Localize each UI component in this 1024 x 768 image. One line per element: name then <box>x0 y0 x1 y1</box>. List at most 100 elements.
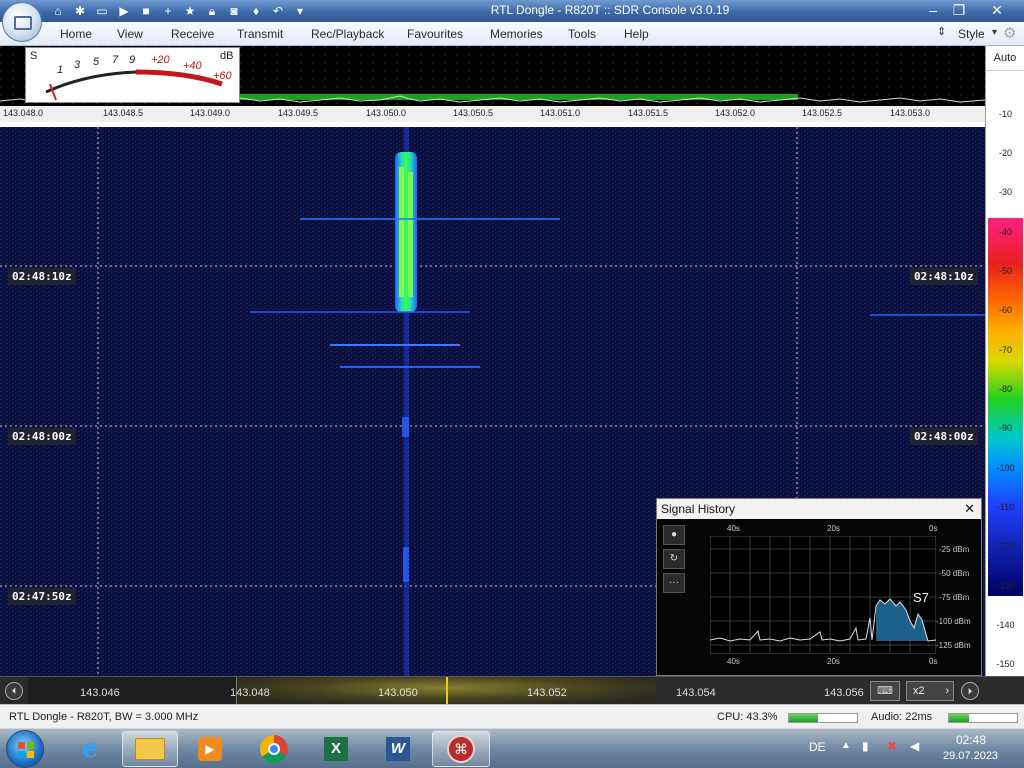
style-menu[interactable]: Style <box>958 27 985 41</box>
excel-icon[interactable]: X <box>308 731 364 767</box>
close-button[interactable]: ✕ <box>982 0 1012 20</box>
zoom-button[interactable]: x2 › <box>906 681 954 701</box>
tuning-bar[interactable]: ⏴ 143.046 143.048 143.050 143.052 143.05… <box>0 676 1024 704</box>
signal-history-header[interactable]: Signal History ✕ <box>657 499 981 519</box>
dbm-label: -100 dBm <box>936 617 971 626</box>
status-bar: RTL Dongle - R820T, BW = 3.000 MHz CPU: … <box>0 704 1024 728</box>
quick-access-toolbar: ⌂ ✱ ▭ ▶ ■ + ★ 🔒︎ ◙ ♦ ↶ ▾ <box>50 3 308 19</box>
s-meter: S dB 1 3 5 7 9 +20 +40 +60 <box>25 47 240 103</box>
language-indicator[interactable]: DE <box>809 740 826 754</box>
s-reading: S7 <box>913 590 929 605</box>
auto-scale-button[interactable]: Auto <box>988 52 1022 64</box>
db-tick: -10 <box>998 109 1012 119</box>
lock-icon[interactable]: 🔒︎ <box>204 3 220 19</box>
freq-tick: 143.050.0 <box>366 108 407 118</box>
tuning-freq: 143.046 <box>80 687 120 699</box>
title-bar: ⌂ ✱ ▭ ▶ ■ + ★ 🔒︎ ◙ ♦ ↶ ▾ RTL Dongle - R8… <box>0 0 1024 22</box>
media-player-icon[interactable]: ▶ <box>182 731 238 767</box>
clock-date[interactable]: 29.07.2023 <box>943 750 998 762</box>
chrome-icon[interactable] <box>246 731 302 767</box>
network-tray-icon[interactable]: ✖ <box>887 739 897 753</box>
scroll-left-button[interactable]: ⏴ <box>5 682 23 700</box>
db-tick: -120 <box>996 541 1015 551</box>
time-label: 0s <box>929 524 938 533</box>
freq-tick: 143.052.5 <box>802 108 843 118</box>
gear-icon[interactable]: ⚙ <box>1003 24 1016 42</box>
divider <box>986 70 1024 71</box>
folder-icon[interactable]: ▭ <box>94 3 110 19</box>
start-button[interactable] <box>6 730 44 768</box>
menu-help[interactable]: Help <box>624 27 649 41</box>
db-tick: -140 <box>996 620 1015 630</box>
tuning-marker[interactable] <box>446 677 448 704</box>
settings-icon[interactable]: ✱ <box>72 3 88 19</box>
drop-icon[interactable]: ♦ <box>248 3 264 19</box>
db-scale[interactable]: Auto -10 -20 -30 -40 -50 -60 -70 -80 -90… <box>985 46 1024 676</box>
internet-explorer-icon[interactable]: e <box>62 731 118 767</box>
style-chevron-down-icon[interactable]: ▾ <box>992 27 997 38</box>
app-menu-button[interactable] <box>2 2 42 42</box>
signal-history-title: Signal History <box>661 502 736 516</box>
db-tick: -90 <box>998 423 1012 433</box>
maximize-button[interactable]: ❐ <box>944 0 974 20</box>
dbm-label: -50 dBm <box>939 569 970 578</box>
freq-tick: 143.049.0 <box>190 108 231 118</box>
dropdown-icon[interactable]: ▾ <box>292 3 308 19</box>
scroll-right-button[interactable]: ⏵ <box>961 682 979 700</box>
timestamp-label: 02:48:10z <box>8 268 76 285</box>
frequency-scale[interactable]: 143.048.0 143.048.5 143.049.0 143.049.5 … <box>0 106 985 122</box>
add-icon[interactable]: + <box>160 3 176 19</box>
home-icon[interactable]: ⌂ <box>50 3 66 19</box>
tuning-freq: 143.050 <box>378 687 418 699</box>
s-meter-needle <box>49 83 57 101</box>
freq-tick: 143.053.0 <box>890 108 931 118</box>
menu-rec-playback[interactable]: Rec/Playback <box>311 27 384 41</box>
db-tick: -70 <box>998 345 1012 355</box>
cpu-status: CPU: 43.3% <box>717 711 778 723</box>
tuning-freq: 143.054 <box>676 687 716 699</box>
record-button[interactable]: ● <box>663 525 685 545</box>
windows-logo-icon <box>18 742 34 758</box>
menu-memories[interactable]: Memories <box>490 27 543 41</box>
stop-icon[interactable]: ■ <box>138 3 154 19</box>
star-icon[interactable]: ★ <box>182 3 198 19</box>
style-updown-icon[interactable]: ⇕ <box>937 25 946 38</box>
menu-view[interactable]: View <box>117 27 143 41</box>
db-tick: -130 <box>996 581 1015 591</box>
zoom-label: x2 <box>913 685 925 697</box>
sdr-console-icon[interactable]: ⌘ <box>432 731 490 767</box>
word-icon[interactable]: W <box>370 731 426 767</box>
freq-tick: 143.048.5 <box>103 108 144 118</box>
db-tick: -50 <box>998 266 1012 276</box>
zoom-chevron-icon: › <box>945 685 949 697</box>
timestamp-label-right: 02:48:10z <box>910 268 978 285</box>
dbm-label: -25 dBm <box>939 545 970 554</box>
menu-home[interactable]: Home <box>60 27 92 41</box>
undo-icon[interactable]: ↶ <box>270 3 286 19</box>
tuning-freq: 143.056 <box>824 687 864 699</box>
signal-history-panel[interactable]: Signal History ✕ ● ↻ ··· 40s 20s 0s 40s … <box>656 498 982 676</box>
dbm-label: -125 dBm <box>936 641 971 650</box>
tuning-freq: 143.048 <box>230 687 270 699</box>
window-title: RTL Dongle - R820T :: SDR Console v3.0.1… <box>490 3 730 17</box>
clock-time[interactable]: 02:48 <box>956 733 986 747</box>
camera-icon[interactable]: ◙ <box>226 3 242 19</box>
play-icon[interactable]: ▶ <box>116 3 132 19</box>
menu-favourites[interactable]: Favourites <box>407 27 463 41</box>
file-explorer-icon[interactable] <box>122 731 178 767</box>
tray-chevron-up-icon[interactable]: ▲ <box>841 740 851 751</box>
cpu-meter-fill <box>789 714 819 722</box>
device-tray-icon[interactable]: ▮ <box>862 739 869 753</box>
freq-tick: 143.050.5 <box>453 108 494 118</box>
signal-history-close-button[interactable]: ✕ <box>964 501 975 517</box>
volume-tray-icon[interactable]: ◀ <box>910 739 919 753</box>
more-button[interactable]: ··· <box>663 573 685 593</box>
menu-receive[interactable]: Receive <box>171 27 214 41</box>
db-tick: -20 <box>998 148 1012 158</box>
cpu-meter <box>788 713 858 723</box>
keyboard-icon[interactable]: ⌨ <box>870 681 900 701</box>
menu-transmit[interactable]: Transmit <box>237 27 283 41</box>
refresh-button[interactable]: ↻ <box>663 549 685 569</box>
menu-tools[interactable]: Tools <box>568 27 596 41</box>
app-icon <box>14 16 32 30</box>
